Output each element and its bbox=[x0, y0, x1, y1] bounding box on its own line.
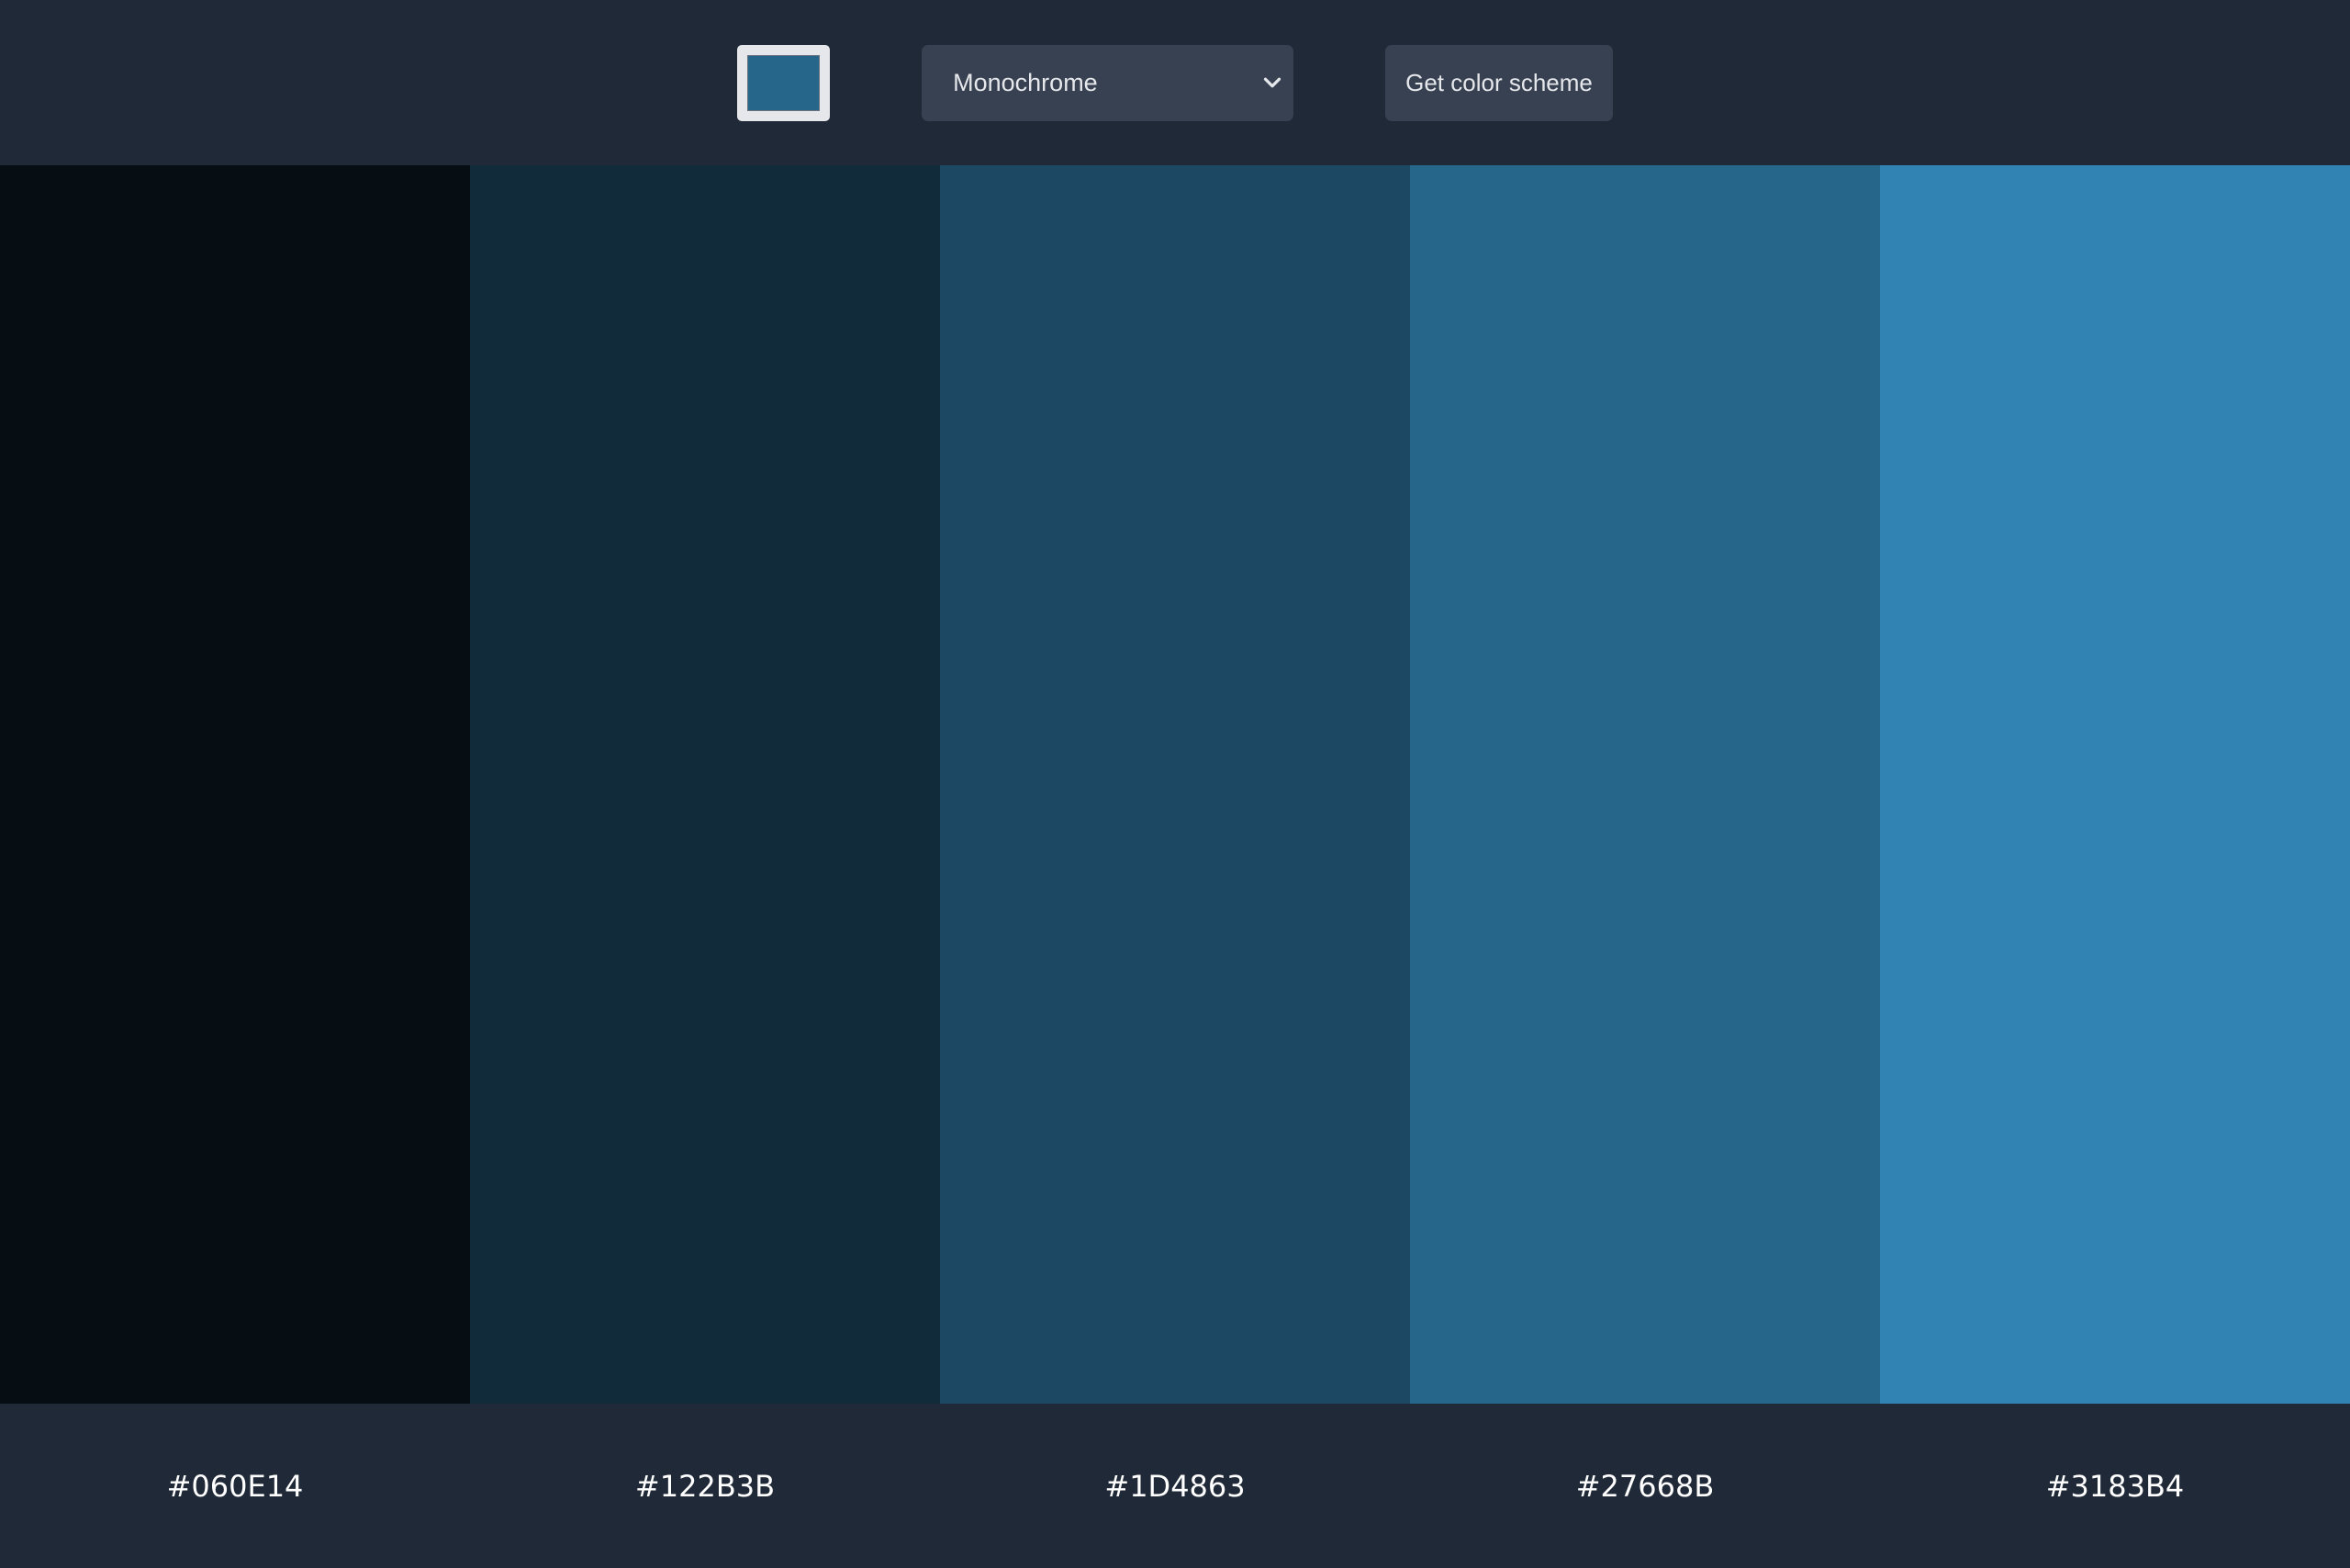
hex-labels: #060E14 #122B3B #1D4863 #27668B #3183B4 bbox=[0, 1404, 2350, 1568]
color-swatch-5[interactable] bbox=[1880, 165, 2350, 1404]
seed-color-swatch bbox=[747, 54, 821, 111]
color-swatch-4[interactable] bbox=[1410, 165, 1880, 1404]
hex-code-2[interactable]: #122B3B bbox=[470, 1469, 940, 1504]
scheme-mode-value: Monochrome bbox=[953, 68, 1098, 96]
chevron-down-icon bbox=[1264, 77, 1281, 88]
color-swatch-3[interactable] bbox=[940, 165, 1410, 1404]
toolbar: Monochrome Get color scheme bbox=[0, 0, 2350, 165]
get-color-scheme-button[interactable]: Get color scheme bbox=[1385, 44, 1613, 121]
color-swatch-1[interactable] bbox=[0, 165, 470, 1404]
seed-color-input[interactable] bbox=[737, 44, 831, 121]
hex-code-4[interactable]: #27668B bbox=[1410, 1469, 1880, 1504]
hex-code-3[interactable]: #1D4863 bbox=[940, 1469, 1410, 1504]
scheme-mode-select[interactable]: Monochrome bbox=[922, 44, 1294, 121]
hex-code-5[interactable]: #3183B4 bbox=[1880, 1469, 2350, 1504]
hex-code-1[interactable]: #060E14 bbox=[0, 1469, 470, 1504]
color-palette bbox=[0, 165, 2350, 1404]
color-swatch-2[interactable] bbox=[470, 165, 940, 1404]
color-scheme-app: Monochrome Get color scheme #060E14 #122… bbox=[0, 0, 2350, 1568]
